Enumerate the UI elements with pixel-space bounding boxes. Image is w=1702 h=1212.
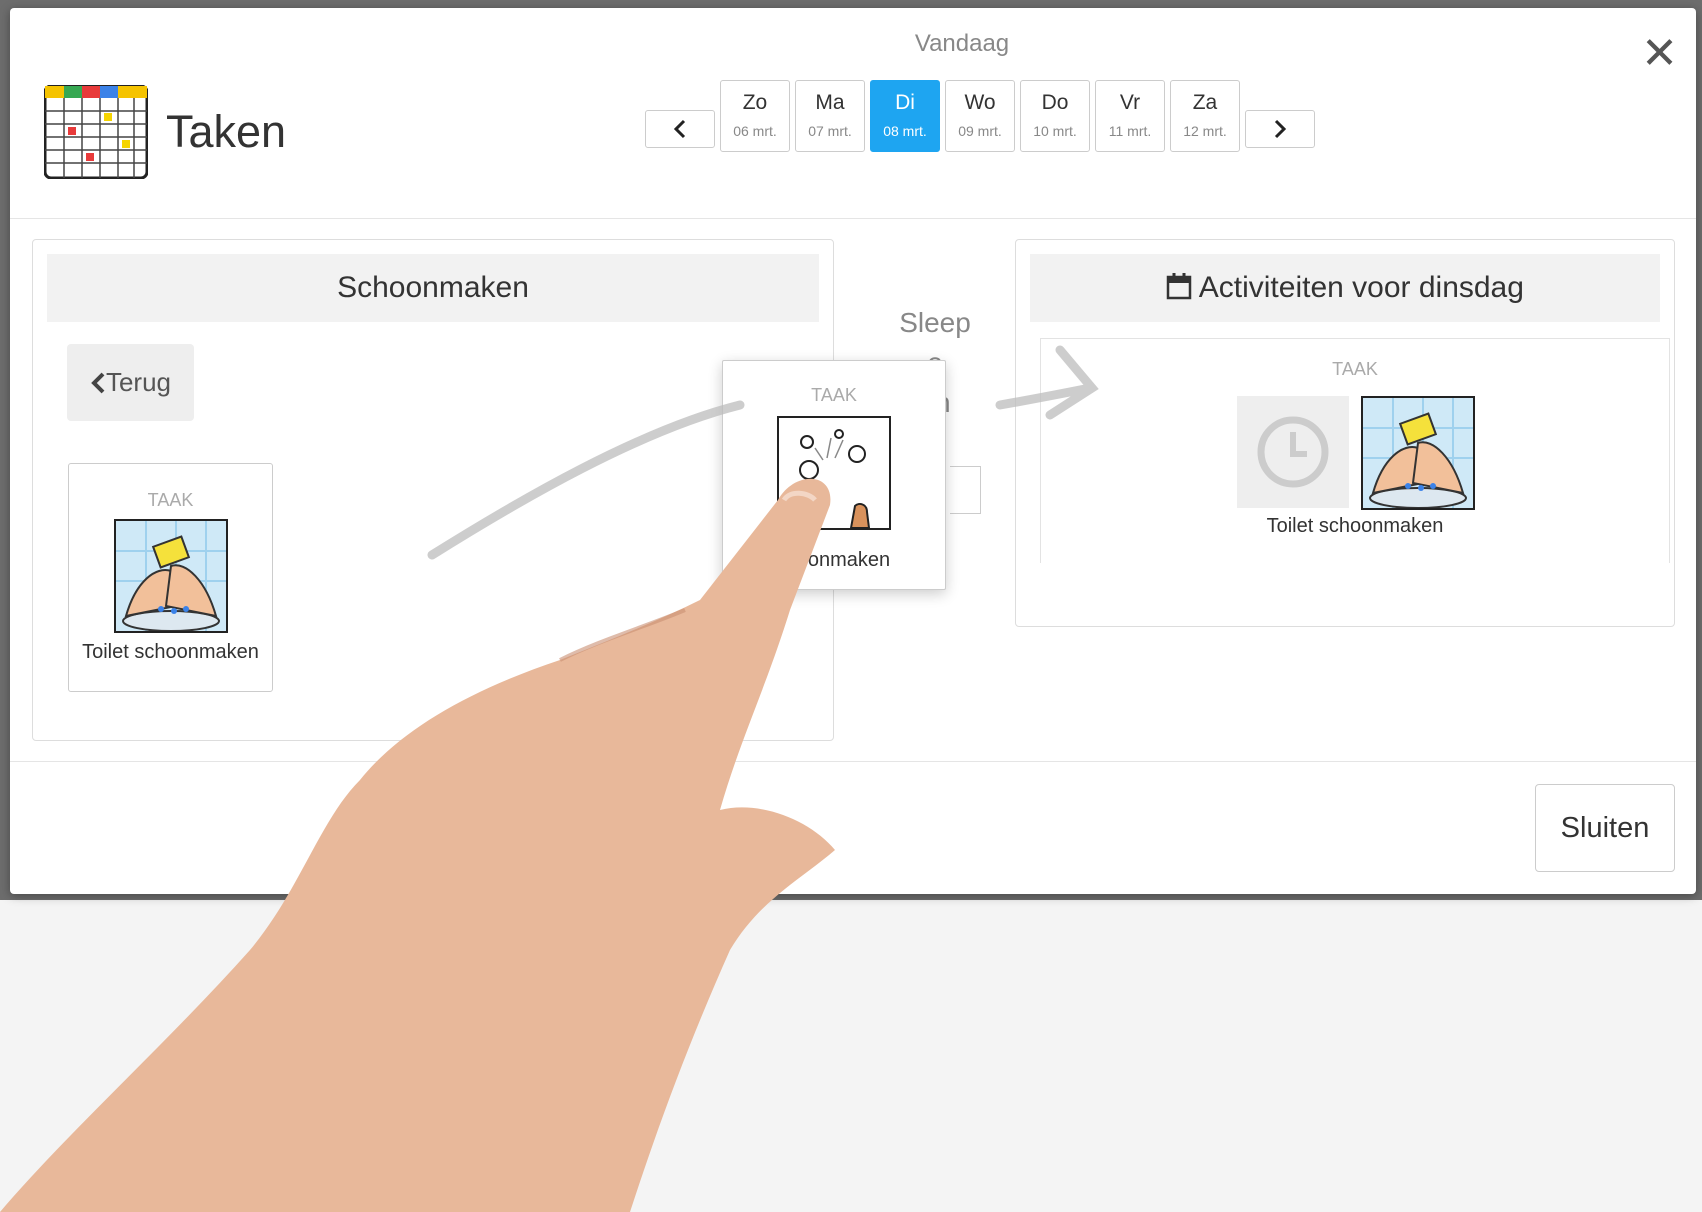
clock-icon	[1257, 416, 1329, 488]
cleaning-hands-pictogram	[113, 519, 228, 633]
day-tab-do[interactable]: Do 10 mrt.	[1020, 80, 1090, 152]
day-tab-vr[interactable]: Vr 11 mrt.	[1095, 80, 1165, 152]
day-navigator: Zo 06 mrt. Ma 07 mrt. Di 08 mrt. Wo 09 mrt. …	[645, 80, 1315, 152]
dragged-task-card[interactable]: TAAK Ke onmaken	[722, 360, 946, 590]
back-button-label: Terug	[105, 367, 172, 397]
drag-hint-box	[950, 466, 981, 514]
cleaning-hands-pictogram	[1361, 396, 1475, 510]
next-week-button[interactable]	[1245, 110, 1315, 148]
chevron-left-icon	[673, 119, 686, 139]
task-card-toilet[interactable]: TAAK Toilet schoonmaken	[68, 463, 273, 692]
day-tab-za[interactable]: Za 12 mrt.	[1170, 80, 1240, 152]
calendar-grid-icon	[44, 85, 148, 179]
header-divider	[10, 218, 1696, 219]
task-name: Toilet schoonmaken	[1266, 515, 1444, 537]
back-button[interactable]: Terug	[67, 344, 194, 421]
day-tab-di[interactable]: Di 08 mrt.	[870, 80, 940, 152]
day-tab-ma[interactable]: Ma 07 mrt.	[795, 80, 865, 152]
category-title: Schoonmaken	[47, 254, 819, 322]
close-button[interactable]: Sluiten	[1535, 784, 1675, 872]
task-name: Ke onmaken	[777, 549, 891, 571]
task-type-label: TAAK	[811, 385, 857, 405]
task-name: Toilet schoonmaken	[82, 641, 259, 663]
day-tab-wo[interactable]: Wo 09 mrt.	[945, 80, 1015, 152]
task-type-label: TAAK	[1332, 359, 1378, 379]
activities-title: Activiteiten voor dinsdag	[1030, 254, 1660, 322]
footer-divider	[10, 761, 1696, 762]
chevron-left-icon	[91, 372, 105, 393]
task-type-label: TAAK	[147, 490, 194, 510]
calendar-icon	[1166, 273, 1192, 300]
day-tab-zo[interactable]: Zo 06 mrt.	[720, 80, 790, 152]
time-tile[interactable]	[1237, 396, 1349, 508]
modal-header: Taken	[44, 85, 286, 179]
today-link[interactable]: Vandaag	[10, 30, 1696, 58]
washing-hands-pictogram	[777, 416, 891, 530]
chevron-right-icon	[1274, 119, 1287, 139]
scheduled-task-card[interactable]: TAAK Toilet schoonmaken	[1040, 338, 1670, 563]
previous-week-button[interactable]	[645, 110, 715, 148]
page-title: Taken	[166, 106, 287, 157]
